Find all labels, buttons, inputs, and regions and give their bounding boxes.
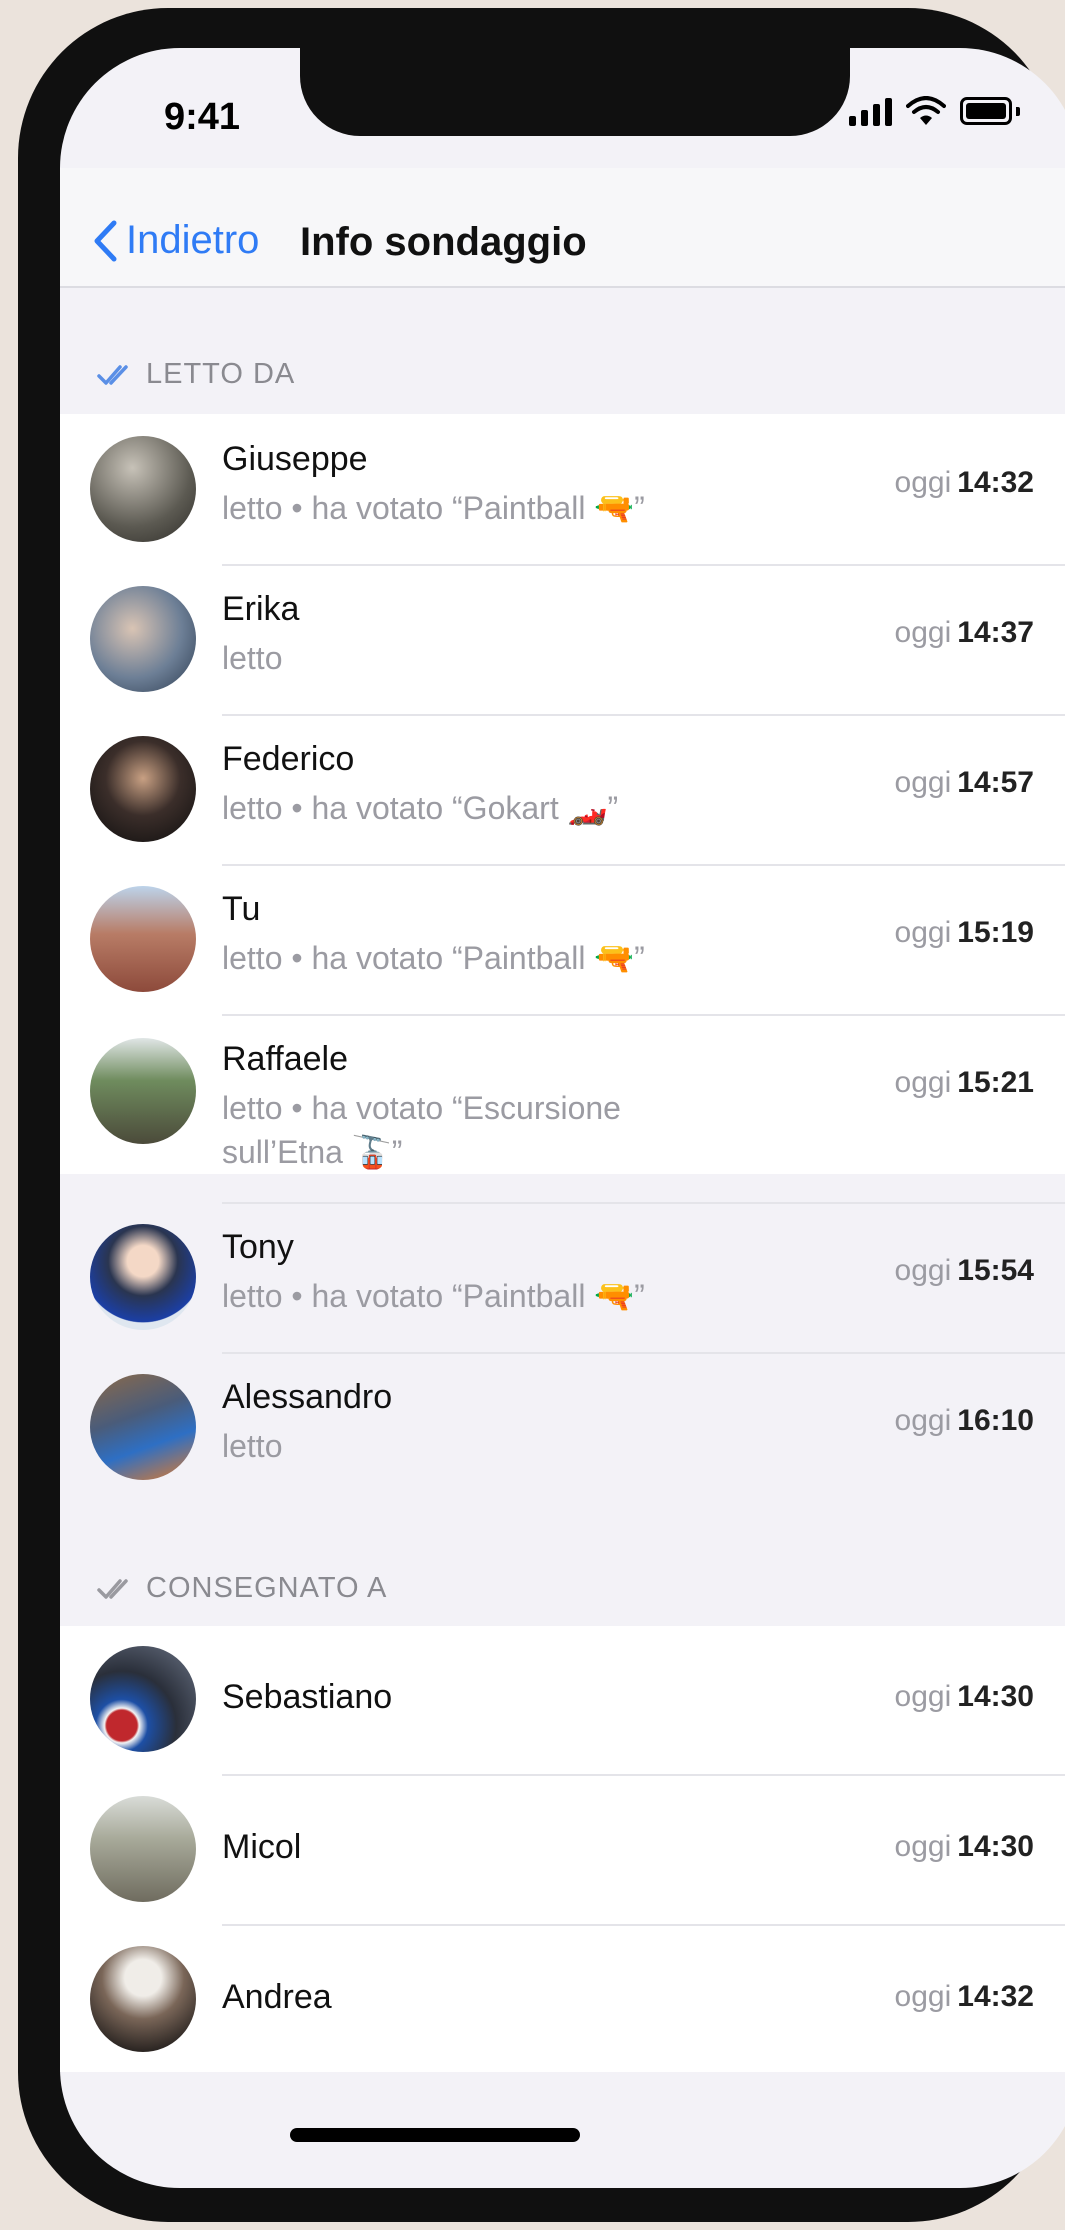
read-status: letto • ha votato “Escursione sull’Etna … [222,1090,621,1170]
list-item[interactable]: Raffaele letto • ha votato “Escursione s… [60,1016,1065,1202]
contact-name: Erika [222,590,300,628]
navigation-bar: Indietro Info sondaggio [60,168,1065,288]
list-item[interactable]: Erika letto oggi 14:37 [60,566,1065,714]
read-status: letto • ha votato “Paintball 🔫” [222,1278,645,1314]
read-status: letto • ha votato “Gokart 🏎️” [222,790,619,826]
battery-icon [960,97,1012,125]
contact-name: Raffaele [222,1040,349,1078]
avatar [90,886,196,992]
contact-name: Andrea [222,1978,332,2016]
battery-tip [1016,106,1020,116]
read-time: oggi 14:32 [894,466,1034,499]
page-title: Info sondaggio [300,220,587,264]
phone-frame: 9:41 Indietro Info sondaggio LETTO DA Gi… [18,8,1065,2222]
list-item[interactable]: Tony letto • ha votato “Paintball 🔫” ogg… [60,1204,1065,1352]
avatar [90,1646,196,1752]
home-indicator[interactable] [290,2128,580,2142]
read-status: letto • ha votato “Paintball 🔫” [222,490,645,526]
avatar [90,586,196,692]
list-item[interactable]: Andrea oggi 14:32 [60,1926,1065,2072]
wifi-icon [906,96,946,125]
avatar [90,1374,196,1480]
chevron-left-icon [94,220,117,261]
back-label: Indietro [126,218,260,262]
avatar [90,736,196,842]
read-status: letto [222,640,283,676]
back-button[interactable]: Indietro [92,218,259,263]
contact-name: Micol [222,1828,302,1866]
contact-name: Tony [222,1228,294,1266]
contact-name: Alessandro [222,1378,393,1416]
section-header-read: LETTO DA [96,358,295,391]
read-time: oggi 14:37 [894,616,1034,649]
read-status: letto [222,1428,283,1464]
avatar [90,436,196,542]
list-item[interactable]: Giuseppe letto • ha votato “Paintball 🔫”… [60,414,1065,564]
status-time: 9:41 [164,96,241,138]
avatar [90,1796,196,1902]
signal-icon [849,96,892,126]
list-item[interactable]: Micol oggi 14:30 [60,1776,1065,1924]
section-label-delivered: CONSEGNATO A [146,1572,388,1604]
contact-name: Sebastiano [222,1678,393,1716]
delivered-time: oggi 14:30 [894,1830,1034,1863]
contact-name: Federico [222,740,355,778]
list-item[interactable]: Federico letto • ha votato “Gokart 🏎️” o… [60,716,1065,864]
delivered-time: oggi 14:32 [894,1980,1034,2013]
contact-name: Tu [222,890,261,928]
contact-name: Giuseppe [222,440,368,478]
double-check-gray-icon [97,1578,128,1599]
screen: 9:41 Indietro Info sondaggio LETTO DA Gi… [60,48,1065,2188]
delivered-time: oggi 14:30 [894,1680,1034,1713]
read-time: oggi 15:21 [894,1066,1034,1099]
list-item[interactable]: Tu letto • ha votato “Paintball 🔫” oggi 1… [60,866,1065,1014]
section-header-delivered: CONSEGNATO A [96,1572,387,1605]
double-check-blue-icon [97,364,128,385]
read-time: oggi 14:57 [894,766,1034,799]
list-item[interactable]: Alessandro letto oggi 16:10 [60,1354,1065,1502]
status-icons [849,96,1020,126]
avatar [90,1038,196,1144]
read-time: oggi 15:54 [894,1254,1034,1287]
read-status: letto • ha votato “Paintball 🔫” [222,940,645,976]
read-time: oggi 16:10 [894,1404,1034,1437]
read-time: oggi 15:19 [894,916,1034,949]
section-label-read: LETTO DA [146,358,296,390]
avatar [90,1224,196,1330]
list-item[interactable]: Sebastiano oggi 14:30 [60,1626,1065,1774]
notch [300,48,850,136]
avatar [90,1946,196,2052]
